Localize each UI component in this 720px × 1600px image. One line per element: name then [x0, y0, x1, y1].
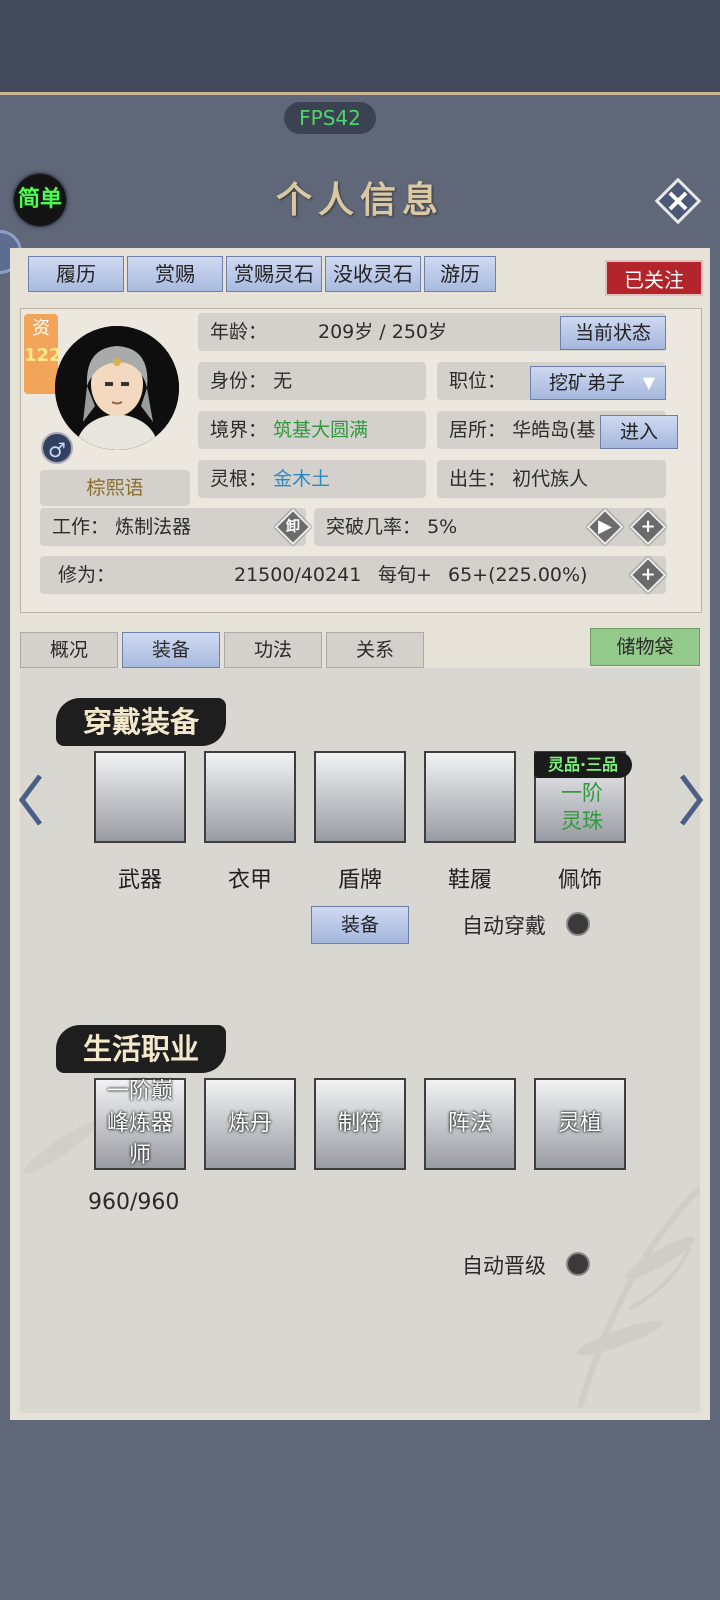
- tab-history[interactable]: 履历: [28, 256, 124, 292]
- spirit-root-label: 灵根：: [210, 468, 268, 490]
- breakthrough-play-button[interactable]: ▶: [586, 508, 624, 546]
- life-section-title: 生活职业: [56, 1025, 226, 1073]
- chevron-left-icon: [18, 774, 42, 826]
- birth-field: 出生： 初代族人: [437, 460, 666, 498]
- subtab-equipment[interactable]: 装备: [122, 632, 220, 668]
- plus-icon: +: [640, 564, 656, 585]
- unequip-label: 卸: [286, 519, 300, 535]
- difficulty-mode-badge[interactable]: 简单: [14, 174, 66, 226]
- residence-value: 华皓岛(基: [512, 419, 596, 441]
- aptitude-value: 122: [24, 345, 62, 366]
- prev-arrow-button[interactable]: [16, 772, 46, 828]
- fps-counter: FPS42: [284, 102, 376, 134]
- accessory-label: 佩饰: [557, 868, 602, 893]
- page-title: 个人信息: [275, 179, 444, 221]
- tab-travel[interactable]: 游历: [424, 256, 496, 292]
- weapon-label: 武器: [117, 868, 162, 893]
- close-icon: [654, 177, 702, 225]
- shoes-label: 鞋履: [447, 868, 492, 893]
- subtab-overview[interactable]: 概况: [20, 632, 118, 668]
- current-status-button[interactable]: 当前状态: [560, 316, 666, 350]
- subtab-techniques[interactable]: 功法: [224, 632, 322, 668]
- job-label-spirit-plant: 灵植: [557, 1111, 602, 1136]
- job-label-talisman: 制符: [337, 1111, 382, 1136]
- accessory-item-name: 一阶灵珠: [561, 781, 603, 833]
- breakthrough-value: 5%: [427, 516, 458, 538]
- auto-wear-toggle[interactable]: [566, 912, 590, 936]
- breakthrough-label: 突破几率：: [326, 516, 422, 538]
- position-select[interactable]: 挖矿弟子 ▼: [530, 366, 666, 400]
- armor-label: 衣甲: [227, 868, 272, 893]
- job-slot-refining[interactable]: 一阶巅峰炼器师: [94, 1078, 186, 1170]
- work-field: 工作： 炼制法器: [40, 508, 306, 546]
- residence-label: 居所：: [449, 419, 507, 441]
- identity-field: 身份： 无: [198, 362, 426, 400]
- job-label-formation: 阵法: [447, 1111, 492, 1136]
- job-label-alchemy: 炼丹: [227, 1111, 272, 1136]
- next-arrow-button[interactable]: [676, 772, 706, 828]
- equip-button[interactable]: 装备: [311, 906, 409, 944]
- job-label-refining: 一阶巅峰炼器师: [106, 1079, 173, 1168]
- play-icon: ▶: [598, 516, 612, 537]
- spirit-root-field: 灵根： 金木土: [198, 460, 426, 498]
- spirit-root-value: 金木土: [273, 468, 331, 490]
- portrait-icon: [55, 326, 179, 450]
- storage-bag-button[interactable]: 储物袋: [590, 628, 700, 666]
- birth-value: 初代族人: [512, 468, 589, 490]
- character-avatar[interactable]: [55, 326, 179, 450]
- tab-reward[interactable]: 赏赐: [127, 256, 223, 292]
- identity-value: 无: [273, 370, 293, 392]
- shield-slot[interactable]: [314, 751, 406, 843]
- cultivation-value: 21500/40241: [234, 564, 362, 586]
- age-value: 209岁 / 250岁: [318, 321, 448, 343]
- accessory-grade-badge: 灵品·三品: [534, 752, 632, 778]
- aptitude-label: 资: [32, 318, 50, 339]
- auto-wear-label: 自动穿戴: [462, 914, 546, 938]
- top-bar: [0, 0, 720, 95]
- tab-reward-spirit-stone[interactable]: 赏赐灵石: [226, 256, 322, 292]
- aptitude-badge: 资 122: [24, 314, 62, 394]
- equip-section-title: 穿戴装备: [56, 698, 226, 746]
- character-name: 棕熙语: [40, 470, 190, 506]
- realm-label: 境界：: [210, 419, 268, 441]
- position-value: 挖矿弟子: [549, 372, 626, 394]
- cultivation-field: 修为： 21500/40241 每旬+ 65+(225.00%): [40, 556, 666, 594]
- subtab-relations[interactable]: 关系: [326, 632, 424, 668]
- shoes-slot[interactable]: [424, 751, 516, 843]
- identity-label: 身份：: [210, 370, 268, 392]
- birth-label: 出生：: [449, 468, 507, 490]
- close-button[interactable]: [653, 176, 703, 226]
- auto-promote-label: 自动晋级: [462, 1254, 546, 1278]
- work-label: 工作：: [52, 516, 110, 538]
- tab-confiscate-spirit-stone[interactable]: 没收灵石: [325, 256, 421, 292]
- breakthrough-add-button[interactable]: +: [629, 508, 667, 546]
- job-slot-alchemy[interactable]: 炼丹: [204, 1078, 296, 1170]
- armor-slot[interactable]: [204, 751, 296, 843]
- realm-field: 境界： 筑基大圆满: [198, 411, 426, 449]
- chevron-right-icon: [680, 774, 704, 826]
- job-slot-talisman[interactable]: 制符: [314, 1078, 406, 1170]
- cultivation-label: 修为：: [58, 564, 116, 586]
- plus-icon: +: [640, 516, 656, 537]
- job-slot-formation[interactable]: 阵法: [424, 1078, 516, 1170]
- realm-value: 筑基大圆满: [273, 419, 369, 441]
- unequip-work-button[interactable]: 卸: [274, 508, 312, 546]
- chevron-down-icon: ▼: [642, 373, 655, 392]
- shield-label: 盾牌: [337, 868, 382, 893]
- per-turn-label: 每旬+: [378, 564, 432, 586]
- auto-promote-toggle[interactable]: [566, 1252, 590, 1276]
- job-progress: 960/960: [88, 1190, 180, 1215]
- job-slot-spirit-plant[interactable]: 灵植: [534, 1078, 626, 1170]
- per-turn-value: 65+(225.00%): [448, 564, 588, 586]
- age-label: 年龄：: [210, 321, 268, 343]
- gender-male-icon: ♂: [41, 432, 73, 464]
- position-label: 职位：: [449, 370, 507, 392]
- weapon-slot[interactable]: [94, 751, 186, 843]
- work-value: 炼制法器: [115, 516, 192, 538]
- enter-residence-button[interactable]: 进入: [600, 415, 678, 449]
- follow-button[interactable]: 已关注: [605, 260, 703, 296]
- cultivation-add-button[interactable]: +: [629, 556, 667, 594]
